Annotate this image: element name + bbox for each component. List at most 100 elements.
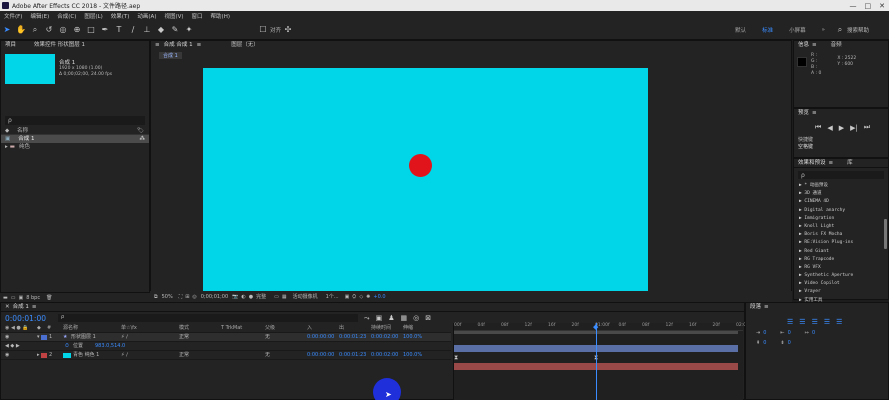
menu-item[interactable]: 视图(V) <box>164 12 183 20</box>
trash-icon[interactable]: 🗑 <box>46 295 52 301</box>
comp-flowchart-icon[interactable]: ⤳ <box>364 314 370 323</box>
menu-item[interactable]: 效果(T) <box>111 12 130 20</box>
effects-category-item[interactable]: ▶ RG Trapcode <box>794 256 888 264</box>
tab-layer[interactable]: 图层（无） <box>231 41 259 50</box>
frame-icon[interactable]: ⛶ <box>179 294 183 300</box>
effects-category-item[interactable]: ▶ Digital anarchy <box>794 207 888 215</box>
keyframe-nav-icon[interactable]: ◀ ◆ ▶ <box>5 342 65 351</box>
roto-brush-tool-icon[interactable]: ✎ <box>170 25 180 35</box>
justify-all-icon[interactable]: ☰ <box>836 318 842 326</box>
layer-label-color[interactable] <box>41 352 47 358</box>
tab-info[interactable]: 信息 <box>798 41 809 50</box>
indent-left-icon[interactable]: ⇥ <box>756 330 760 336</box>
tab-effects-menu[interactable]: ≡ <box>829 159 834 168</box>
space-after-icon[interactable]: ⇟ <box>780 340 784 346</box>
red-circle-shape[interactable] <box>409 154 432 177</box>
layer-mode[interactable]: 正常 <box>179 333 221 342</box>
align-center-icon[interactable]: ☰ <box>799 318 805 326</box>
snapshot-icon[interactable]: 📷 <box>232 294 238 300</box>
show-snapshot-icon[interactable]: ◐ <box>241 294 245 300</box>
comp-viewer[interactable] <box>203 68 648 292</box>
layer-stretch[interactable]: 100.0% <box>403 333 422 342</box>
menu-item[interactable]: 合成(C) <box>57 12 76 20</box>
layer-name[interactable]: 形状图层 1 <box>71 333 121 342</box>
time-ruler[interactable]: 00f 04f 08f 12f 16f 20f 01:00f 04f 08f 12f 16f 20f 0… <box>454 323 746 331</box>
views-dropdown[interactable]: 1个... <box>326 293 339 300</box>
visibility-icon[interactable]: ◉ <box>5 351 37 360</box>
layer-duration[interactable]: 0:00:02:00 <box>371 333 403 342</box>
grid-icon[interactable]: ⊞ <box>185 294 189 300</box>
tab-project[interactable]: 项目 <box>5 41 16 50</box>
playhead-marker-icon[interactable]: ◆ <box>593 323 598 331</box>
project-item-comp[interactable]: ▣ 合成 1 ⁂ <box>1 135 149 143</box>
maximize-button[interactable]: □ <box>865 2 872 10</box>
layer-duration[interactable]: 0:00:02:00 <box>371 351 403 360</box>
transparency-grid-icon[interactable]: ▦ <box>282 294 287 300</box>
indent-right-value[interactable]: 0 <box>788 330 791 336</box>
layer-parent[interactable]: 无 <box>265 351 307 360</box>
tab-preview-menu[interactable]: ≡ <box>812 109 817 118</box>
pan-behind-tool-icon[interactable]: ⊕ <box>72 25 82 35</box>
mask-icon[interactable]: ◎ <box>192 294 196 300</box>
layer-stretch[interactable]: 100.0% <box>403 351 422 360</box>
stopwatch-icon[interactable]: ⏱ <box>65 342 73 351</box>
timeline-timecode[interactable]: 0:00:01:00 <box>5 314 46 323</box>
next-frame-button[interactable]: ▶| <box>850 124 858 132</box>
minimize-button[interactable]: — <box>850 2 857 10</box>
effects-category-item[interactable]: ▶ Vrayer <box>794 288 888 296</box>
comp-lock-icon[interactable]: ≡ <box>197 41 202 50</box>
menu-item[interactable]: 窗口 <box>192 12 203 20</box>
draft-3d-icon[interactable]: ▣ <box>376 314 383 322</box>
layer-name[interactable]: 青色 纯色 1 <box>71 351 121 360</box>
space-before-icon[interactable]: ⇞ <box>756 340 760 346</box>
tab-effect-controls[interactable]: 效果控件 形状图层 1 <box>34 41 85 50</box>
layer-in[interactable]: 0:00:00:00 <box>307 351 339 360</box>
panel-menu-icon[interactable]: ≡ <box>155 41 160 50</box>
tab-timeline[interactable]: 合成 1 <box>13 303 29 312</box>
indent-right-icon[interactable]: ⇤ <box>780 330 784 336</box>
layer-row-2[interactable]: ◉ ▸ 2 青色 纯色 1 ⚡ ∕ 正常 无 0:00:00:00 0:00:0… <box>1 351 451 360</box>
timeline-track-area[interactable]: 00f 04f 08f 12f 16f 20f 01:00f 04f 08f 12f 16f 20f 0… <box>453 323 746 400</box>
shortcut-dropdown[interactable]: 空格键 <box>798 143 813 150</box>
clone-stamp-tool-icon[interactable]: ⊥ <box>142 25 152 35</box>
col-source-name[interactable]: 源名称 <box>63 324 121 333</box>
camera-tool-icon[interactable]: ◎ <box>58 25 68 35</box>
bpc-label[interactable]: 8 bpc <box>26 295 40 301</box>
effects-category-item[interactable]: ▶ Video Copilot <box>794 280 888 288</box>
always-preview-icon[interactable]: ⧉ <box>154 294 158 300</box>
eraser-tool-icon[interactable]: ◆ <box>156 25 166 35</box>
timeline-close-icon[interactable]: ✕ <box>5 303 10 312</box>
tab-info-menu[interactable]: ≡ <box>812 41 817 50</box>
layer-in[interactable]: 0:00:00:00 <box>307 333 339 342</box>
effects-category-item[interactable]: ▶ Immigration <box>794 215 888 223</box>
toggle-icons-2[interactable]: ⛭ <box>352 294 356 300</box>
space-before-value[interactable]: 0 <box>763 340 766 346</box>
effects-category-item[interactable]: ▶ Knoll Light <box>794 223 888 231</box>
visibility-icon[interactable]: ◉ <box>5 333 37 342</box>
align-right-icon[interactable]: ☰ <box>812 318 818 326</box>
effects-category-item[interactable]: ▶ Red Giant <box>794 248 888 256</box>
effects-category-item[interactable]: ▶ 3D 通道 <box>794 190 888 198</box>
exposure-value[interactable]: +0.0 <box>373 294 385 300</box>
effects-category-item[interactable]: ▶ * 动画预设 <box>794 182 888 190</box>
timeline-search-input[interactable]: ρ <box>57 314 358 322</box>
layer-label-color[interactable] <box>41 334 47 340</box>
brush-tool-icon[interactable]: ∕ <box>128 25 138 35</box>
motion-blur-icon[interactable]: ◎ <box>413 314 419 322</box>
snap-options-icon[interactable]: ✣ <box>283 25 293 35</box>
search-help-field[interactable]: 搜索帮助 <box>847 26 869 34</box>
close-button[interactable]: ✕ <box>879 2 885 10</box>
keyframe-start-icon[interactable]: ⧗ <box>454 354 458 362</box>
layer-switches[interactable]: ⚡ ∕ <box>121 351 179 360</box>
frame-blending-icon[interactable]: ▦ <box>401 314 408 322</box>
rotate-tool-icon[interactable]: ↺ <box>44 25 54 35</box>
puppet-tool-icon[interactable]: ✦ <box>184 25 194 35</box>
justify-left-icon[interactable]: ☰ <box>824 318 830 326</box>
new-comp-icon[interactable]: ▣ <box>18 295 23 301</box>
resolution-dropdown[interactable]: 完整 <box>256 293 266 300</box>
shy-layers-icon[interactable]: ♟ <box>388 314 394 322</box>
tab-preview[interactable]: 预览 <box>798 109 809 118</box>
snap-checkbox-icon[interactable]: ☐ <box>258 25 268 35</box>
effects-category-item[interactable]: ▶ Synthetic Aperture <box>794 272 888 280</box>
new-folder-icon[interactable]: ▭ <box>11 295 16 301</box>
